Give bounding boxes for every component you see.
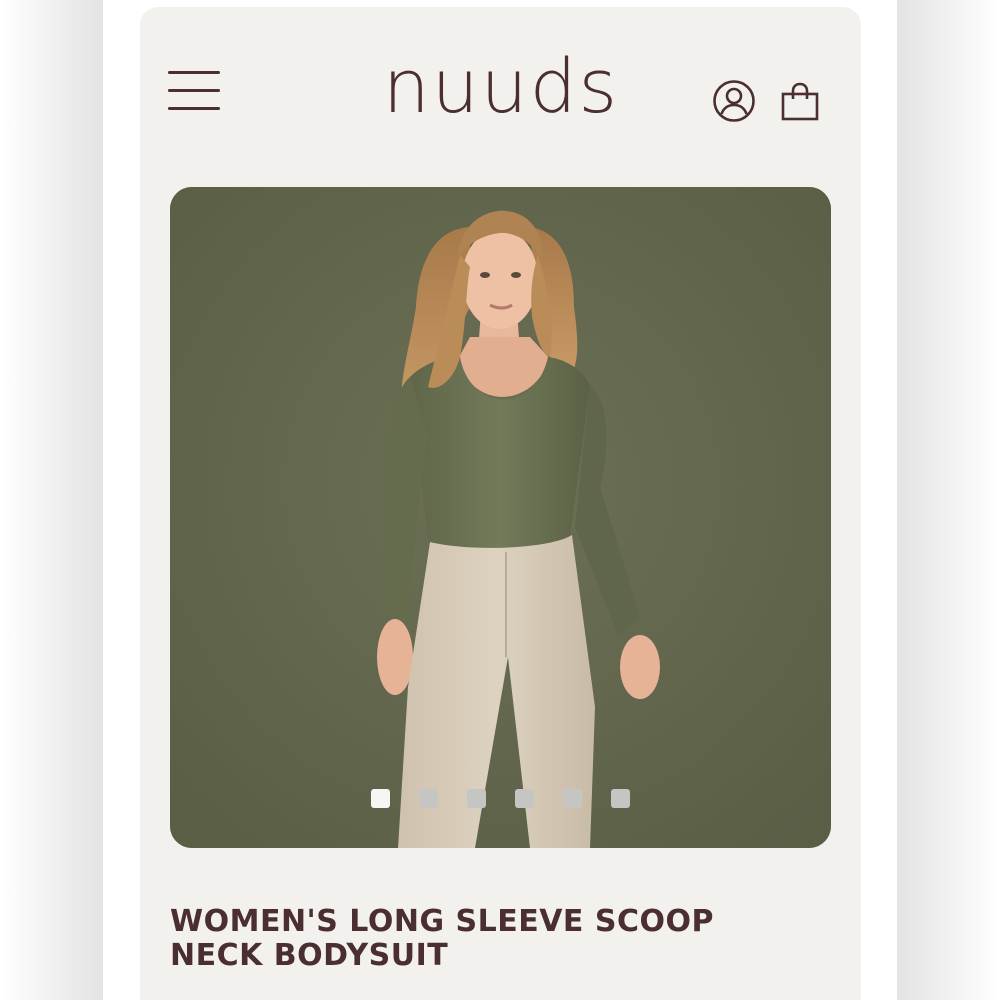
phone-frame: nuuds WOMEN'S LONG SLEEVE SCOOP NECK BOD… [103,0,897,1000]
site-header: nuuds [140,7,861,162]
gallery-dot-3[interactable] [467,789,486,808]
gallery-dot-1[interactable] [371,789,390,808]
shopping-bag-icon [781,82,819,121]
gallery-dot-5[interactable] [563,789,582,808]
gallery-dot-4[interactable] [515,789,534,808]
menu-button[interactable] [168,71,222,113]
product-title: WOMEN'S LONG SLEEVE SCOOP NECK BODYSUIT [170,904,714,973]
gallery-dot-6[interactable] [611,789,630,808]
account-button[interactable] [712,79,756,123]
cart-button[interactable] [779,81,821,123]
product-photo [170,187,831,848]
product-image-gallery[interactable] [170,187,831,848]
left-margin [0,0,103,1000]
product-page: nuuds WOMEN'S LONG SLEEVE SCOOP NECK BOD… [140,7,861,1000]
user-account-icon [713,80,755,122]
gallery-dot-2[interactable] [419,789,438,808]
gallery-pagination [170,789,831,809]
right-margin [897,0,1000,1000]
brand-logo[interactable]: nuuds [376,37,626,137]
